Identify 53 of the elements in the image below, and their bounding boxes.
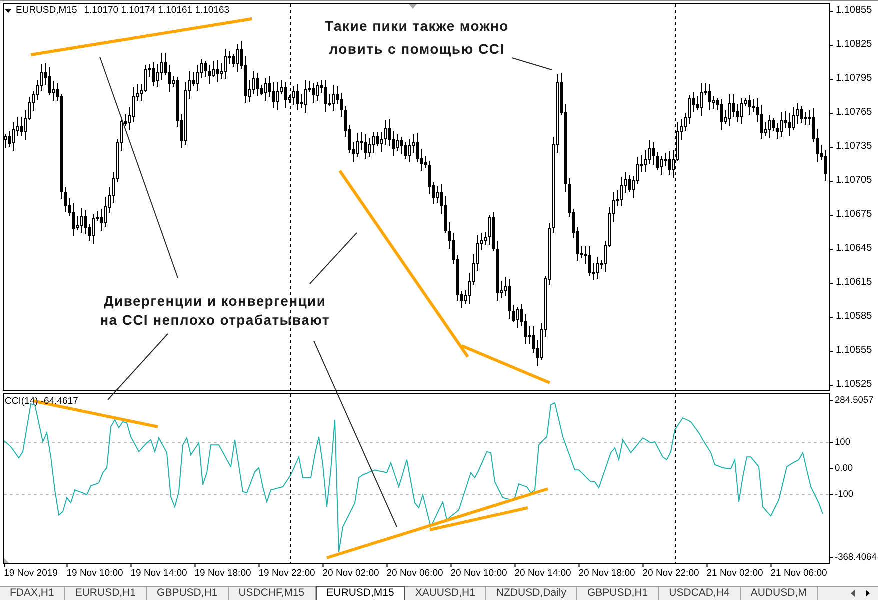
tab[interactable]: AUDUSD,M xyxy=(740,587,818,600)
annotation-text: Такие пики также можно ловить с помощью CCI xyxy=(325,17,509,59)
price-label: 1.10825 xyxy=(836,39,872,51)
caret-down-icon[interactable] xyxy=(5,9,12,13)
time-label: 20 Nov 18:00 xyxy=(578,568,636,579)
indicator-axis-label: 0.00 xyxy=(835,462,854,474)
indicator-axis-label: -100 xyxy=(835,488,854,500)
price-label: 1.10525 xyxy=(836,379,872,391)
ohlc-values: 1.10170 1.10174 1.10161 1.10163 xyxy=(84,5,230,17)
time-label: 20 Nov 06:00 xyxy=(386,568,444,579)
corner-triangle-icon xyxy=(4,558,9,563)
time-label: 19 Nov 18:00 xyxy=(194,568,252,579)
time-label: 19 Nov 10:00 xyxy=(66,568,124,579)
indicator-axis-label: -368.4064 xyxy=(835,551,877,563)
price-label: 1.10795 xyxy=(836,73,872,85)
right-arrow-icon[interactable] xyxy=(866,590,870,597)
tab[interactable]: GBPUSD,H1 xyxy=(147,587,229,600)
leader-line xyxy=(512,58,552,70)
time-label: 21 Nov 02:00 xyxy=(706,568,764,579)
tab[interactable]: USDCAD,H4 xyxy=(659,587,741,600)
time-label: 20 Nov 22:00 xyxy=(642,568,700,579)
left-arrow-icon[interactable] xyxy=(851,590,855,597)
time-label: 20 Nov 10:00 xyxy=(450,568,508,579)
trend-line[interactable] xyxy=(461,344,551,384)
triangle-marker-icon[interactable] xyxy=(408,4,418,9)
price-label: 1.10615 xyxy=(836,277,872,289)
annotation-text: Дивергенции и конвергенции на CCI неплохо отрабатывают xyxy=(100,292,330,330)
time-label: 19 Nov 22:00 xyxy=(258,568,316,579)
tab[interactable]: EURUSD,M15 xyxy=(316,586,406,600)
price-label: 1.10585 xyxy=(836,311,872,323)
leader-line xyxy=(310,232,358,284)
time-label: 19 Nov 14:00 xyxy=(130,568,188,579)
tab[interactable]: FDAX,H1 xyxy=(0,587,66,600)
price-label: 1.10555 xyxy=(836,345,872,357)
time-label: 20 Nov 02:00 xyxy=(322,568,380,579)
time-label: 19 Nov 2019 xyxy=(4,568,58,579)
indicator-axis-label: 100 xyxy=(835,436,851,448)
price-label: 1.10735 xyxy=(836,141,872,153)
leader-line xyxy=(108,334,168,400)
trend-line[interactable] xyxy=(338,170,470,358)
price-label: 1.10705 xyxy=(836,175,872,187)
tab[interactable]: GBPUSD,H1 xyxy=(577,587,660,600)
price-label: 1.10645 xyxy=(836,243,872,255)
symbol-label: EURUSD,M15 xyxy=(16,5,78,17)
indicator-axis-label: 284.5057 xyxy=(835,394,874,406)
price-label: 1.10675 xyxy=(836,209,872,221)
tab[interactable]: NZDUSD,Daily xyxy=(486,587,578,600)
time-label: 20 Nov 14:00 xyxy=(514,568,572,579)
tab[interactable]: EURUSD,H1 xyxy=(65,587,148,600)
time-label: 21 Nov 06:00 xyxy=(770,568,828,579)
tab[interactable]: XAUUSD,H1 xyxy=(405,587,486,600)
price-label: 1.10855 xyxy=(836,5,872,17)
price-label: 1.10765 xyxy=(836,107,872,119)
